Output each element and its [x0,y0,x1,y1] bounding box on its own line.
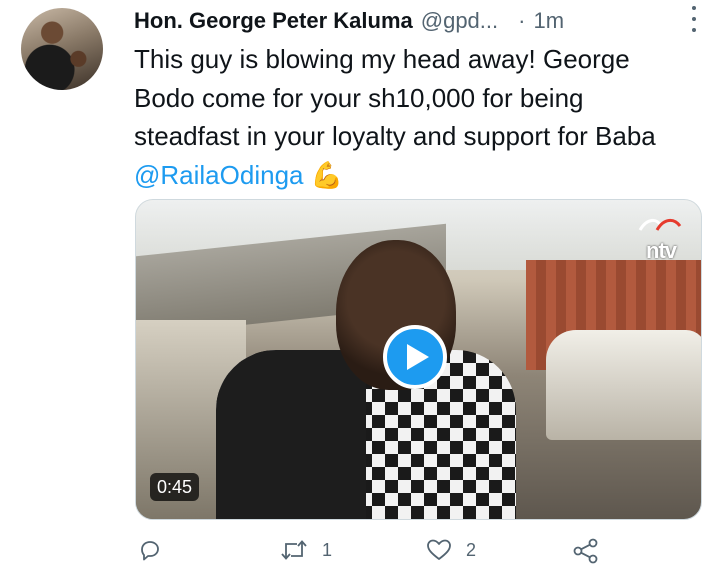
reply-button[interactable] [138,538,176,562]
header-separator: · [518,8,526,33]
heart-icon [427,539,451,560]
tweet-header: Hon. George Peter Kaluma @gpd... · 1m [134,4,700,38]
play-button[interactable] [383,325,447,389]
more-vertical-icon[interactable] [690,6,698,32]
tweet-timestamp[interactable]: 1m [533,8,564,34]
retweet-button[interactable]: 1 [280,538,332,562]
author-handle[interactable]: @gpd... [421,8,498,34]
share-button[interactable] [572,538,600,564]
video-frame-car [546,330,701,440]
tweet-body: This guy is blowing my head away! George… [134,44,656,151]
author-avatar[interactable] [21,8,103,90]
like-button[interactable]: 2 [426,538,476,562]
tweet-actions: 1 2 [134,538,604,568]
tweet-text: This guy is blowing my head away! George… [134,40,694,194]
flexed-biceps-emoji: 💪 [310,159,344,190]
reply-icon [141,541,159,561]
mention-link[interactable]: @RailaOdinga [134,160,303,190]
video-duration: 0:45 [150,473,200,501]
ntv-logo-mark [638,219,682,231]
share-icon [573,538,598,564]
retweet-count: 1 [322,539,333,560]
ntv-logo-text: ntv [646,238,677,263]
retweet-icon [281,540,307,560]
video-frame-shirt-shadow [216,350,366,519]
author-name[interactable]: Hon. George Peter Kaluma [134,8,413,34]
ntv-logo: ntv [635,214,687,264]
like-count: 2 [466,539,477,560]
play-icon [406,344,429,370]
